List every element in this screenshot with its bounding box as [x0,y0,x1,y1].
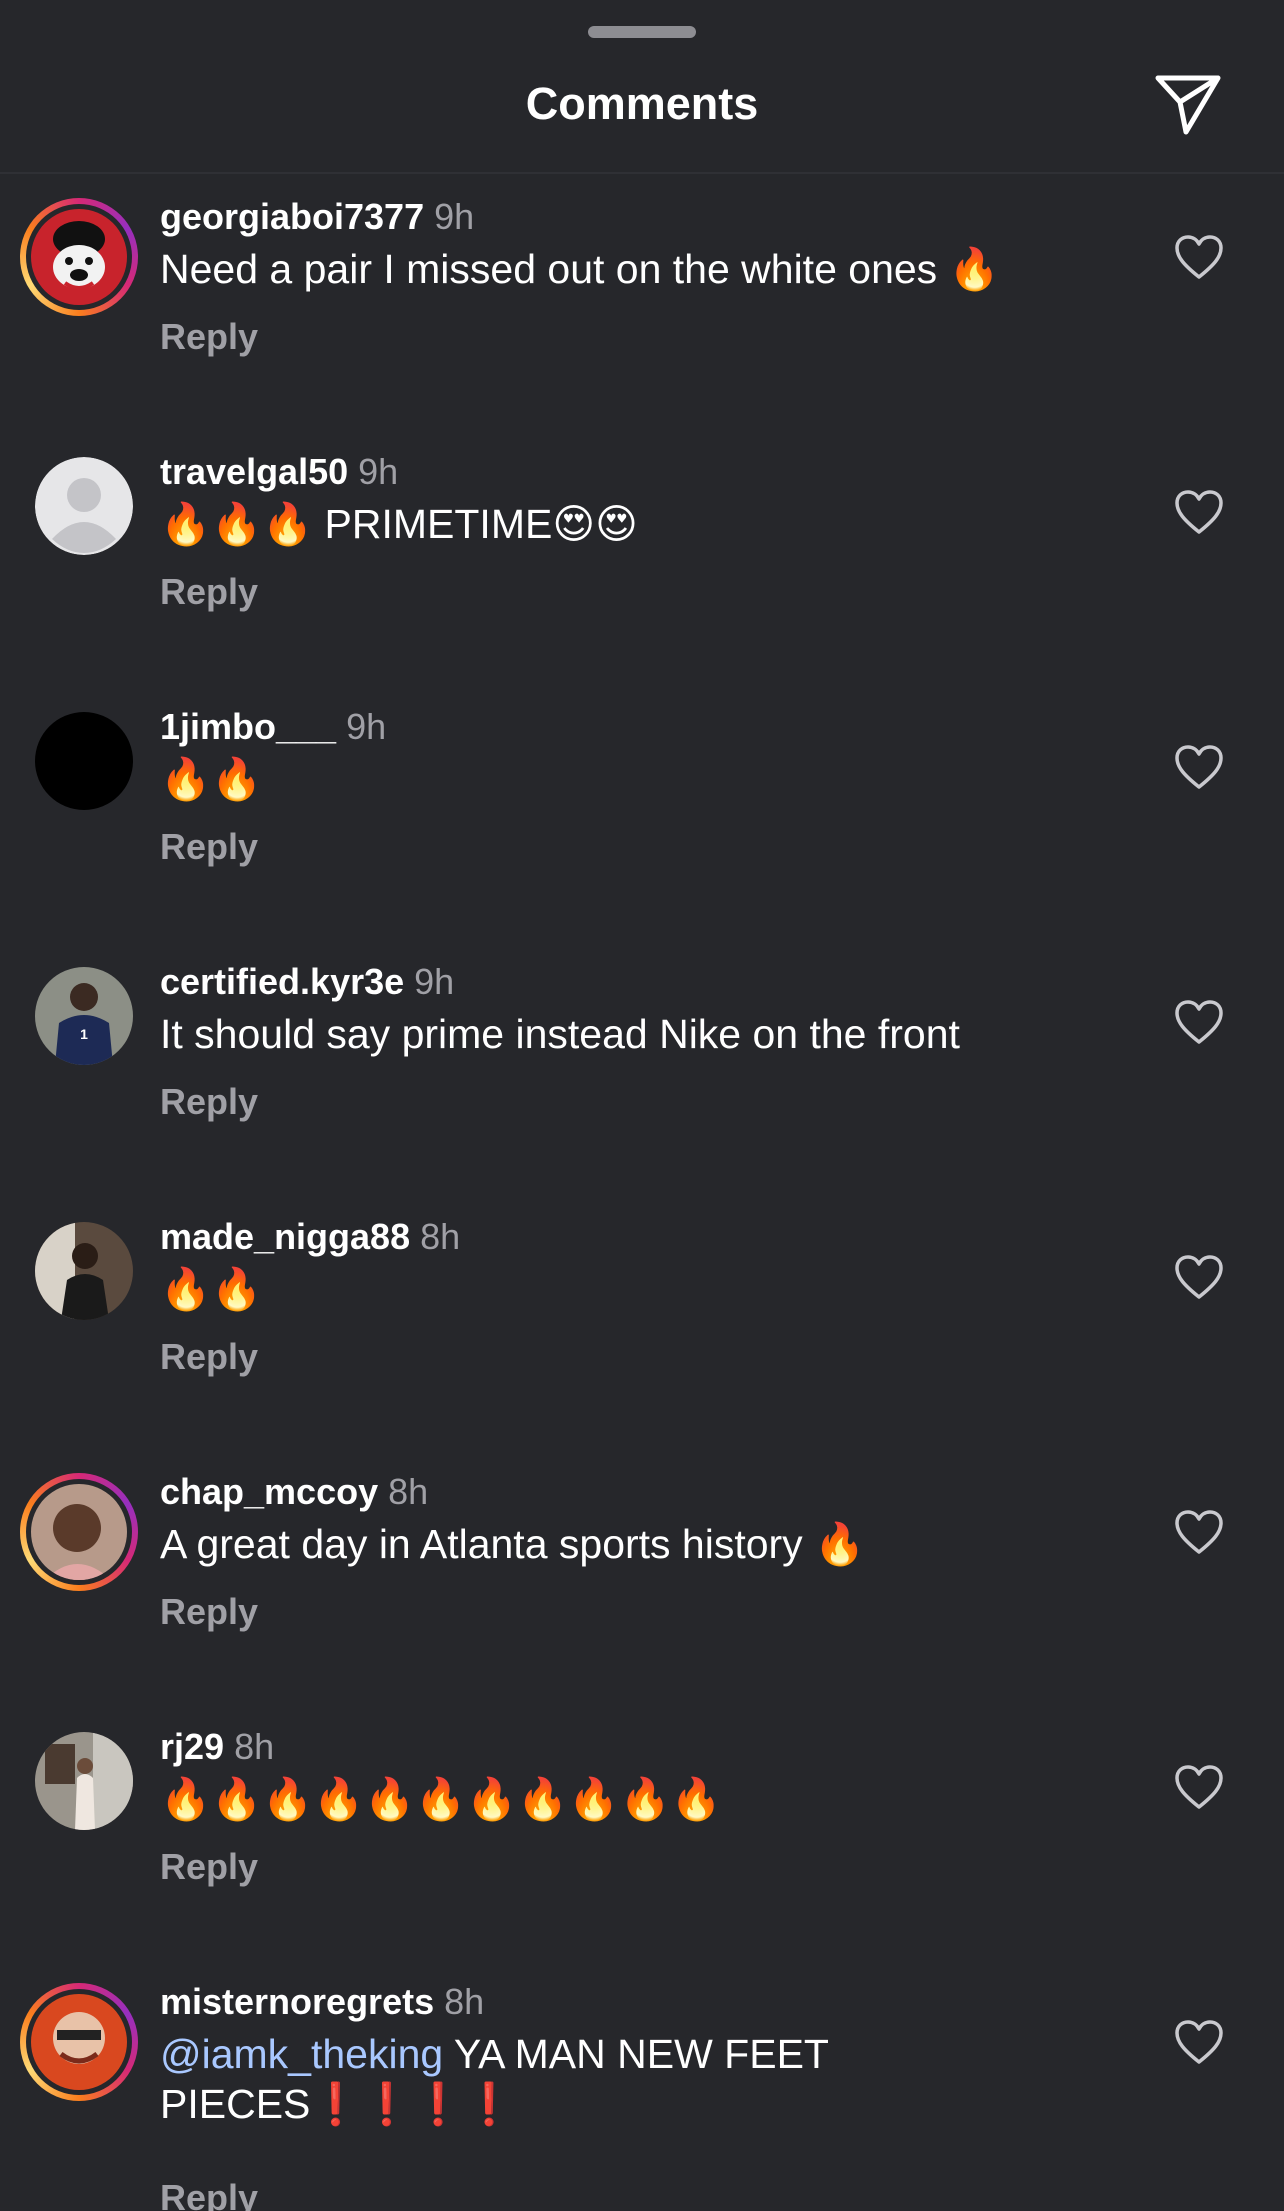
avatar[interactable] [20,198,138,316]
comment-meta: rj29 8h [160,1724,274,1770]
svg-text:1: 1 [80,1026,88,1042]
username[interactable]: travelgal50 [160,451,348,492]
bulldog-logo-icon [31,209,127,305]
comment-meta: made_nigga88 8h [160,1214,460,1260]
default-person-icon [35,457,133,555]
comments-sheet: Comments georgiaboi7377 9h Need a pair I… [0,0,1284,2211]
photo-icon: 1 [35,967,133,1065]
reply-button[interactable]: Reply [160,1336,258,1378]
heart-icon[interactable] [1174,999,1224,1045]
comment-text: 🔥🔥🔥 PRIMETIME😍😍 [160,501,638,547]
heart-icon[interactable] [1174,1764,1224,1810]
heart-icon[interactable] [1174,489,1224,535]
timestamp: 8h [234,1726,275,1767]
heart-icon[interactable] [1174,1254,1224,1300]
timestamp: 8h [444,1981,485,2022]
comment-item: rj29 8h 🔥🔥🔥🔥🔥🔥🔥🔥🔥🔥🔥 Reply [0,1704,1284,1959]
reply-button[interactable]: Reply [160,1591,258,1633]
timestamp: 9h [434,196,475,237]
mention-link[interactable]: @iamk_theking [160,2031,443,2077]
comment-item: 1 certified.kyr3e 9h It should say prime … [0,939,1284,1194]
heart-icon[interactable] [1174,2019,1224,2065]
comment-meta: chap_mccoy 8h [160,1469,428,1515]
comment-text: A great day in Atlanta sports history 🔥 [160,1521,866,1567]
comments-header: Comments [0,0,1284,174]
drag-handle[interactable] [588,26,696,38]
reply-button[interactable]: Reply [160,1846,258,1888]
username[interactable]: chap_mccoy [160,1471,378,1512]
reply-button[interactable]: Reply [160,1081,258,1123]
photo-icon [35,1222,133,1320]
photo-icon [35,1732,133,1830]
heart-icon[interactable] [1174,1509,1224,1555]
photo-icon [31,1994,127,2090]
username[interactable]: made_nigga88 [160,1216,410,1257]
username[interactable]: misternoregrets [160,1981,434,2022]
comment-meta: certified.kyr3e 9h [160,959,454,1005]
heart-icon[interactable] [1174,744,1224,790]
comment-meta: travelgal50 9h [160,449,398,495]
comment-text: 🔥🔥 [160,1266,263,1312]
comment-item: georgiaboi7377 9h Need a pair I missed ou… [0,174,1284,429]
comment-item: chap_mccoy 8h A great day in Atlanta spor… [0,1449,1284,1704]
username[interactable]: 1jimbo___ [160,706,336,747]
comment-text: It should say prime instead Nike on the … [160,1011,960,1057]
page-title: Comments [525,78,759,129]
comment-item: made_nigga88 8h 🔥🔥 Reply [0,1194,1284,1449]
reply-button[interactable]: Reply [160,316,258,358]
avatar[interactable] [35,457,133,555]
avatar[interactable] [20,1473,138,1591]
comment-item: travelgal50 9h 🔥🔥🔥 PRIMETIME😍😍 Reply [0,429,1284,684]
photo-icon [31,1484,127,1580]
avatar[interactable]: 1 [35,967,133,1065]
username[interactable]: georgiaboi7377 [160,196,424,237]
reply-button[interactable]: Reply [160,826,258,868]
username[interactable]: certified.kyr3e [160,961,404,1002]
comment-meta: misternoregrets 8h [160,1979,484,2025]
comment-item: misternoregrets 8h @iamk_theking YA MAN N… [0,1959,1284,2211]
timestamp: 9h [346,706,387,747]
comment-item: 1jimbo___ 9h 🔥🔥 Reply [0,684,1284,939]
comment-text: @iamk_theking YA MAN NEW FEET PIECES❗️❗️… [160,2029,920,2129]
avatar[interactable] [35,1222,133,1320]
avatar[interactable] [20,1983,138,2101]
comment-text: Need a pair I missed out on the white on… [160,246,1000,292]
timestamp: 9h [414,961,455,1002]
comment-meta: 1jimbo___ 9h [160,704,386,750]
username[interactable]: rj29 [160,1726,224,1767]
send-icon[interactable] [1152,68,1224,140]
heart-icon[interactable] [1174,234,1224,280]
avatar[interactable] [35,712,133,810]
timestamp: 8h [388,1471,429,1512]
timestamp: 8h [420,1216,461,1257]
avatar[interactable] [35,1732,133,1830]
timestamp: 9h [358,451,399,492]
reply-button[interactable]: Reply [160,571,258,613]
reply-button[interactable]: Reply [160,2177,258,2211]
comment-list[interactable]: georgiaboi7377 9h Need a pair I missed ou… [0,174,1284,2211]
comment-text: 🔥🔥 [160,756,263,802]
comment-text: 🔥🔥🔥🔥🔥🔥🔥🔥🔥🔥🔥 [160,1776,722,1822]
comment-meta: georgiaboi7377 9h [160,194,474,240]
